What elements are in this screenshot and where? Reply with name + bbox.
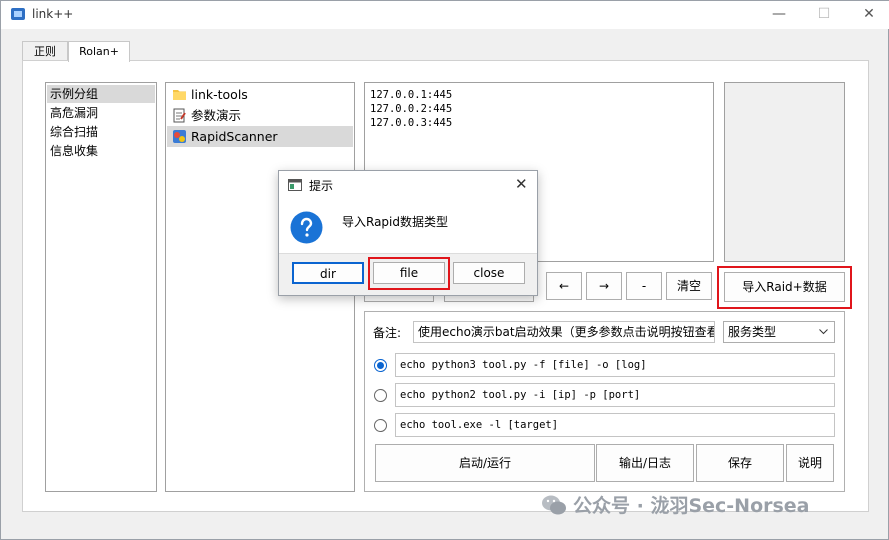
dialog-window-icon: [288, 179, 302, 191]
tool-item-param-demo[interactable]: 参数演示: [167, 105, 353, 126]
remark-label: 备注:: [373, 326, 402, 340]
notepad-icon: [173, 108, 186, 123]
minus-button[interactable]: -: [626, 272, 662, 300]
watermark-text: 公众号 · 泷羽Sec-Norsea: [573, 495, 810, 517]
main-window: link++ — ☐ ✕ 正则 Rolan+ 示例分组 高危漏洞 综合扫描 信息…: [0, 0, 889, 540]
command-input-2[interactable]: echo python2 tool.py -i [ip] -p [port]: [395, 383, 835, 407]
preview-panel: [724, 82, 845, 262]
command-radio-1[interactable]: [374, 359, 387, 372]
category-list[interactable]: 示例分组 高危漏洞 综合扫描 信息收集: [45, 82, 157, 492]
dialog-close-icon[interactable]: ✕: [515, 175, 528, 193]
tool-item-rapidscanner[interactable]: RapidScanner: [167, 126, 353, 147]
maximize-button[interactable]: ☐: [814, 5, 834, 23]
command-input-3[interactable]: echo tool.exe -l [target]: [395, 413, 835, 437]
chevron-down-icon: [819, 329, 828, 335]
tool-item-link-tools[interactable]: link-tools: [167, 84, 353, 105]
save-button[interactable]: 保存: [696, 444, 784, 482]
dir-button[interactable]: dir: [292, 262, 364, 284]
target-line: 127.0.0.2:445: [370, 103, 453, 115]
run-button[interactable]: 启动/运行: [375, 444, 595, 482]
folder-icon: [173, 90, 186, 100]
prompt-dialog: 提示 ✕ 导入Rapid数据类型 dir file close: [278, 170, 538, 296]
watermark: 公众号 · 泷羽Sec-Norsea: [541, 491, 810, 518]
next-button[interactable]: →: [586, 272, 622, 300]
clear-button[interactable]: 清空: [666, 272, 712, 300]
window-title: link++: [32, 7, 74, 21]
command-radio-3[interactable]: [374, 419, 387, 432]
wechat-icon: [542, 495, 566, 515]
remark-input[interactable]: 使用echo演示bat启动效果（更多参数点击说明按钮查看）: [413, 321, 715, 343]
service-type-select[interactable]: 服务类型: [723, 321, 835, 343]
help-button[interactable]: 说明: [786, 444, 834, 482]
close-button[interactable]: ✕: [859, 5, 879, 23]
output-log-button[interactable]: 输出/日志: [596, 444, 694, 482]
category-item-high-risk[interactable]: 高危漏洞: [47, 104, 98, 122]
tab-regex[interactable]: 正则: [22, 41, 68, 61]
target-line: 127.0.0.1:445: [370, 89, 453, 101]
tool-label: RapidScanner: [191, 129, 278, 144]
highlight-box: [368, 257, 450, 290]
app-icon: [11, 8, 25, 20]
title-bar: link++ — ☐ ✕: [1, 1, 889, 29]
close-dialog-button[interactable]: close: [453, 262, 525, 284]
dialog-title: 提示: [309, 179, 334, 193]
highlight-box: [717, 266, 852, 309]
app-icon: [173, 130, 186, 143]
question-icon: [290, 211, 323, 244]
command-input-1[interactable]: echo python3 tool.py -f [file] -o [log]: [395, 353, 835, 377]
category-item-scan[interactable]: 综合扫描: [47, 123, 98, 141]
minimize-button[interactable]: —: [769, 5, 789, 23]
dialog-button-bar: dir file close: [279, 253, 537, 295]
tab-rolan[interactable]: Rolan+: [68, 41, 130, 62]
tool-label: link-tools: [191, 87, 248, 102]
prev-button[interactable]: ←: [546, 272, 582, 300]
target-line: 127.0.0.3:445: [370, 117, 453, 129]
config-panel: 备注: 使用echo演示bat启动效果（更多参数点击说明按钮查看） 服务类型 e…: [364, 311, 845, 492]
dialog-message: 导入Rapid数据类型: [342, 215, 448, 229]
command-radio-2[interactable]: [374, 389, 387, 402]
category-item-info[interactable]: 信息收集: [47, 142, 98, 160]
tool-label: 参数演示: [191, 108, 242, 123]
service-type-value: 服务类型: [728, 325, 777, 339]
category-item-sample[interactable]: 示例分组: [47, 85, 155, 103]
